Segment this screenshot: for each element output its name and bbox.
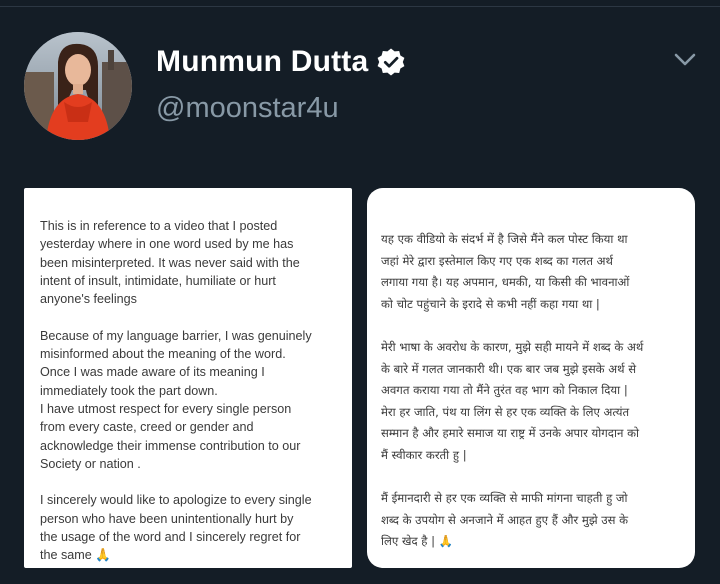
statement-line: been misinterpreted. It was never said w… <box>40 255 300 270</box>
verified-badge-icon <box>376 47 406 77</box>
statement-paragraph: Because of my language barrier, I was ge… <box>40 327 344 473</box>
statement-paragraph: This is in reference to a video that I p… <box>40 217 344 308</box>
statement-line: I sincerely would like to apologize to e… <box>40 493 312 508</box>
statement-hindi-text: यह एक वीडियो के संदर्भ में है जिसे मैंने… <box>381 229 687 568</box>
user-handle[interactable]: @moonstar4u <box>156 92 339 125</box>
statement-line: मेरा हर जाति, पंथ या लिंग से हर एक व्यक्… <box>381 404 630 419</box>
statement-line: के बारे में गलत जानकारी थी। एक बार जब मु… <box>381 361 637 376</box>
statement-english-card[interactable]: This is in reference to a video that I p… <box>24 188 352 568</box>
statement-line: मैं स्वीकार करती हु | <box>381 447 467 462</box>
statement-line: intent of insult, intimidate, humiliate … <box>40 273 276 288</box>
statement-paragraph: यह एक वीडियो के संदर्भ में है जिसे मैंने… <box>381 229 687 315</box>
statement-line: yesterday where in one word used by me h… <box>40 237 294 252</box>
statement-line: acknowledge their immense contribution t… <box>40 438 301 453</box>
name-row: Munmun Dutta <box>156 40 406 84</box>
statement-paragraph: मेरी भाषा के अवरोध के कारण, मुझे सही माय… <box>381 337 687 467</box>
statement-line: immediately took the part down. <box>40 383 218 398</box>
statement-line: Once I was made aware of its meaning I <box>40 365 265 380</box>
statement-hindi-card[interactable]: यह एक वीडियो के संदर्भ में है जिसे मैंने… <box>367 188 695 568</box>
statement-line: from every caste, creed or gender and <box>40 420 254 435</box>
statement-line: सम्मान है और हमारे समाज या राष्ट्र में उ… <box>381 426 639 441</box>
statement-line: person who have been unintentionally hur… <box>40 511 294 526</box>
statement-line: anyone's feelings <box>40 292 137 307</box>
statement-line: लिए खेद है | 🙏 <box>381 534 454 549</box>
statement-line: जहां मेरे द्वारा इस्तेमाल किए गए एक शब्द… <box>381 253 613 268</box>
top-divider <box>0 6 720 7</box>
statement-line: मेरी भाषा के अवरोध के कारण, मुझे सही माय… <box>381 339 644 354</box>
statement-line: Society or nation . <box>40 456 141 471</box>
statement-line: अवगत कराया गया तो मैंने तुरंत वह भाग को … <box>381 383 628 398</box>
statement-line: मैं ईमानदारी से हर एक व्यक्ति से माफी मा… <box>381 491 628 506</box>
statement-line: This is in reference to a video that I p… <box>40 219 278 233</box>
statement-line: लगाया गया है। यह अपमान, धमकी, या किसी की… <box>381 275 630 290</box>
display-name[interactable]: Munmun Dutta <box>156 45 368 79</box>
statement-paragraph: I sincerely would like to apologize to e… <box>40 491 344 564</box>
statement-line: the usage of the word and I sincerely re… <box>40 530 301 545</box>
avatar-photo <box>24 32 132 140</box>
statement-line: Because of my language barrier, I was ge… <box>40 328 312 343</box>
statement-line: the same 🙏 <box>40 548 111 563</box>
avatar[interactable] <box>24 32 132 140</box>
statement-english-text: This is in reference to a video that I p… <box>40 217 344 568</box>
statement-line: misinformed about the meaning of the wor… <box>40 347 286 362</box>
statement-line: यह एक वीडियो के संदर्भ में है जिसे मैंने… <box>381 232 628 246</box>
statement-line: शब्द के उपयोग से अनजाने में आहत हुए हैं … <box>381 512 629 527</box>
statement-line: I have utmost respect for every single p… <box>40 401 292 416</box>
statement-line: को चोट पहुंचाने के इरादे से कभी नहीं कहा… <box>381 296 600 311</box>
chevron-down-icon[interactable] <box>672 50 698 70</box>
statement-paragraph: मैं ईमानदारी से हर एक व्यक्ति से माफी मा… <box>381 488 687 553</box>
